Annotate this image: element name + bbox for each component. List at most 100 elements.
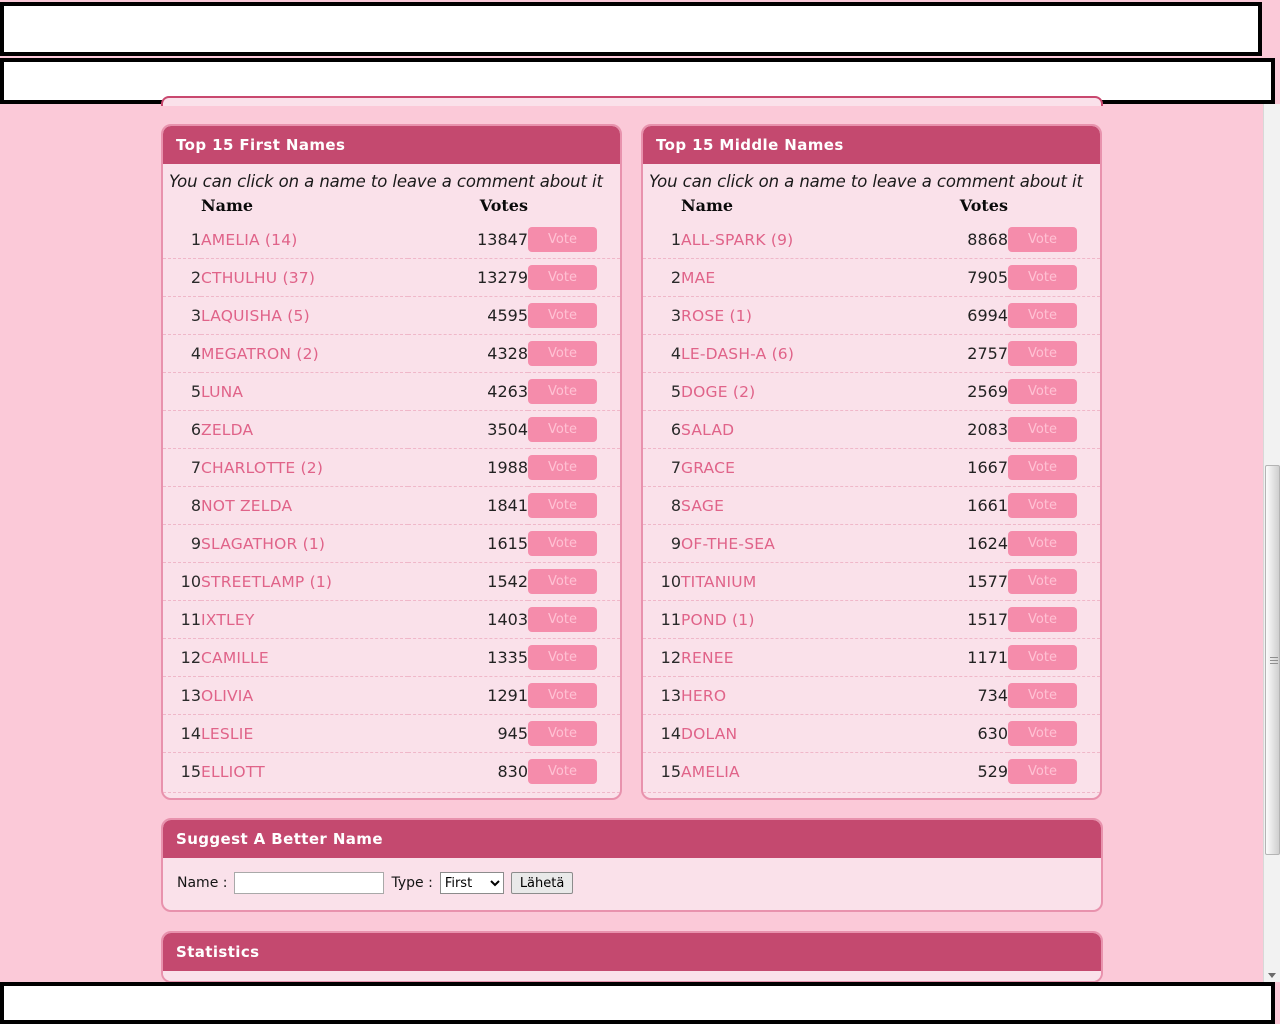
panel-top-first-names: Top 15 First Names You can click on a na… [161,124,622,800]
column-header-votes: Votes [479,196,528,215]
vote-button[interactable]: Vote [1008,265,1077,290]
vote-button[interactable]: Vote [1008,683,1077,708]
vote-button[interactable]: Vote [528,341,597,366]
vote-button[interactable]: Vote [528,303,597,328]
name-link[interactable]: SLAGATHOR (1) [201,535,325,553]
name-link[interactable]: LE-DASH-A (6) [681,345,794,363]
name-link[interactable]: OF-THE-SEA [681,535,775,553]
table-row: 12 CAMILLE 1335 Vote [163,638,620,677]
vote-button[interactable]: Vote [1008,531,1077,556]
type-select[interactable]: FirstMiddle [439,872,504,894]
vote-button[interactable]: Vote [1008,417,1077,442]
row-votes: 8868 [967,230,1008,249]
vote-button[interactable]: Vote [528,379,597,404]
scrollbar-down-arrow-icon[interactable] [1268,973,1276,978]
row-votes: 734 [888,676,1008,715]
name-link[interactable]: RENEE [681,649,734,667]
row-action-cell: Vote [1008,296,1100,335]
submit-button[interactable]: Lähetä [510,872,574,894]
name-link[interactable]: POND (1) [681,611,755,629]
name-link[interactable]: CAMILLE [201,649,269,667]
table-row: 7 CHARLOTTE (2) 1988 Vote [163,448,620,487]
row-votes: 1335 [408,638,528,677]
vote-button[interactable]: Vote [528,683,597,708]
panel-statistics: Statistics [161,931,1103,983]
type-field-label: Type : [391,875,433,891]
vote-button[interactable]: Vote [528,493,597,518]
vote-button[interactable]: Vote [1008,759,1077,784]
first-names-rows: 1 AMELIA (14) 13847 Vote 2 CTHULHU (37) 13279 V… [163,221,620,790]
name-input[interactable] [234,872,385,894]
vote-button[interactable]: Vote [528,721,597,746]
vote-button[interactable]: Vote [1008,227,1077,252]
name-link[interactable]: HERO [681,687,726,705]
vote-button[interactable]: Vote [1008,341,1077,366]
row-rank: 14 [643,714,681,753]
name-link[interactable]: AMELIA [681,763,740,781]
name-link[interactable]: ZELDA [201,421,253,439]
row-rank: 15 [163,752,201,790]
row-action-cell: Vote [1008,486,1100,525]
name-link[interactable]: CTHULHU (37) [201,269,315,287]
row-rank: 3 [163,296,201,335]
name-link[interactable]: IXTLEY [201,611,254,629]
vertical-scrollbar[interactable] [1263,104,1280,982]
row-name-cell: AMELIA (14) [201,221,408,259]
name-link[interactable]: SAGE [681,497,724,515]
vote-button[interactable]: Vote [528,607,597,632]
vote-button[interactable]: Vote [1008,455,1077,480]
vote-button[interactable]: Vote [528,759,597,784]
middle-names-table: Name Votes 1 ALL-SPARK (9) 8868 Vote 2 MAE 790… [643,195,1100,790]
vote-button[interactable]: Vote [528,227,597,252]
view-all-middle-names-container: view all middle names [643,792,1100,798]
name-link[interactable]: ALL-SPARK (9) [681,231,793,249]
name-link[interactable]: LESLIE [201,725,253,743]
row-rank: 12 [163,638,201,677]
vote-button[interactable]: Vote [528,455,597,480]
name-link[interactable]: ELLIOTT [201,763,265,781]
vote-button[interactable]: Vote [528,265,597,290]
name-link[interactable]: TITANIUM [681,573,756,591]
vote-button[interactable]: Vote [1008,607,1077,632]
row-rank: 5 [643,372,681,411]
vote-button[interactable]: Vote [528,645,597,670]
name-link[interactable]: NOT ZELDA [201,497,292,515]
row-votes: 1517 [888,600,1008,639]
row-action-cell: Vote [528,486,620,525]
name-link[interactable]: LAQUISHA (5) [201,307,310,325]
scrollbar-thumb[interactable] [1265,465,1280,855]
vote-button[interactable]: Vote [528,531,597,556]
table-row: 12 RENEE 1171 Vote [643,638,1100,677]
vote-button[interactable]: Vote [1008,721,1077,746]
row-name-cell: POND (1) [681,600,888,639]
row-name-cell: LESLIE [201,714,408,753]
name-link[interactable]: ROSE (1) [681,307,752,325]
name-link[interactable]: CHARLOTTE (2) [201,459,323,477]
vote-button[interactable]: Vote [1008,569,1077,594]
vote-button[interactable]: Vote [1008,645,1077,670]
name-link[interactable]: MAE [681,269,715,287]
row-name-cell: ELLIOTT [201,752,408,790]
name-field-label: Name : [177,875,228,891]
row-name-cell: ALL-SPARK (9) [681,221,888,259]
name-link[interactable]: MEGATRON (2) [201,345,319,363]
vote-button[interactable]: Vote [1008,379,1077,404]
row-rank: 10 [163,562,201,601]
name-link[interactable]: SALAD [681,421,734,439]
name-link[interactable]: STREETLAMP (1) [201,573,332,591]
name-link[interactable]: DOGE (2) [681,383,755,401]
row-action-cell: Vote [528,676,620,715]
column-header-name: Name [681,196,734,215]
name-link[interactable]: AMELIA (14) [201,231,298,249]
vote-button[interactable]: Vote [1008,493,1077,518]
name-link[interactable]: OLIVIA [201,687,253,705]
name-link[interactable]: LUNA [201,383,243,401]
name-link[interactable]: GRACE [681,459,735,477]
table-row: 8 NOT ZELDA 1841 Vote [163,486,620,525]
vote-button[interactable]: Vote [528,417,597,442]
row-rank: 9 [643,524,681,563]
vote-button[interactable]: Vote [528,569,597,594]
row-name-cell: MEGATRON (2) [201,334,408,373]
name-link[interactable]: DOLAN [681,725,737,743]
vote-button[interactable]: Vote [1008,303,1077,328]
